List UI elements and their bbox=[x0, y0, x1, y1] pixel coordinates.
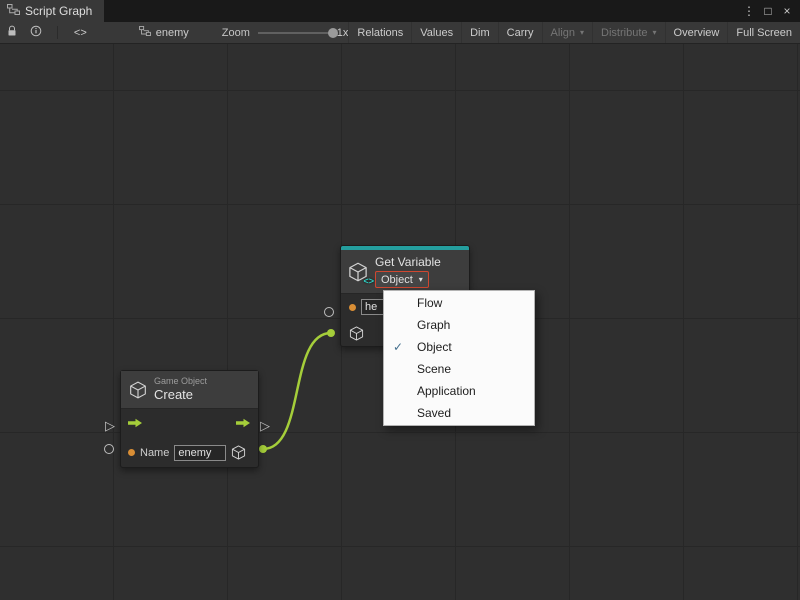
menu-item-label: Graph bbox=[417, 318, 450, 332]
dropdown-arrow-icon: ▾ bbox=[580, 28, 584, 37]
getvar-node-header[interactable]: <> Get Variable Object ▾ bbox=[341, 250, 469, 294]
node-game-object-create[interactable]: Game Object Create Name bbox=[120, 370, 259, 468]
check-icon: ✓ bbox=[393, 336, 403, 358]
close-button[interactable]: × bbox=[779, 0, 795, 22]
dropdown-arrow-icon: ▾ bbox=[419, 275, 423, 284]
create-value-in-port[interactable] bbox=[104, 444, 114, 454]
menu-item-label: Saved bbox=[417, 406, 451, 420]
zoom-slider-track bbox=[258, 32, 329, 34]
dim-button[interactable]: Dim bbox=[461, 22, 498, 43]
relations-button[interactable]: Relations bbox=[348, 22, 411, 43]
value-port-icon bbox=[349, 304, 356, 311]
node-category: Game Object bbox=[154, 376, 207, 387]
code-icon: <> bbox=[363, 276, 374, 286]
align-button[interactable]: Align ▾ bbox=[542, 22, 592, 43]
graph-canvas[interactable]: ▷ ▷ Game Object Create bbox=[0, 44, 800, 600]
create-flow-row bbox=[121, 409, 258, 438]
breadcrumb-graph[interactable]: enemy bbox=[134, 22, 194, 43]
tab-title: Script Graph bbox=[25, 4, 92, 18]
info-icon bbox=[30, 25, 42, 40]
variable-kind-value: Object bbox=[381, 274, 413, 286]
menu-item-label: Application bbox=[417, 384, 476, 398]
game-object-output-icon[interactable] bbox=[231, 445, 246, 460]
value-port-icon bbox=[128, 449, 135, 456]
zoom-label: Zoom bbox=[222, 27, 250, 39]
name-input[interactable] bbox=[174, 445, 226, 461]
node-title: Get Variable bbox=[375, 255, 441, 269]
align-label: Align bbox=[551, 27, 575, 39]
window-controls: ⋮ □ × bbox=[741, 0, 800, 22]
menu-item-flow[interactable]: Flow bbox=[384, 292, 534, 314]
zoom-value: 1x bbox=[337, 27, 349, 39]
menu-item-saved[interactable]: Saved bbox=[384, 402, 534, 424]
node-title: Create bbox=[154, 387, 207, 403]
code-preview-button[interactable]: <> bbox=[67, 22, 94, 43]
maximize-button[interactable]: □ bbox=[760, 0, 776, 22]
menu-item-label: Scene bbox=[417, 362, 451, 376]
getvar-value-in-port[interactable] bbox=[324, 307, 334, 317]
toolbar-right-group: Relations Values Dim Carry Align ▾ Distr… bbox=[348, 22, 800, 43]
tab-bar: Script Graph ⋮ □ × bbox=[0, 0, 800, 22]
menu-item-label: Flow bbox=[417, 296, 442, 310]
lock-icon bbox=[6, 25, 18, 40]
toolbar-separator bbox=[57, 26, 58, 39]
wire-start-dot[interactable] bbox=[259, 445, 267, 453]
graph-name: enemy bbox=[156, 27, 189, 39]
flow-input-icon[interactable] bbox=[128, 415, 143, 433]
menu-item-graph[interactable]: Graph bbox=[384, 314, 534, 336]
graph-icon bbox=[139, 26, 151, 39]
wire-end-dot[interactable] bbox=[327, 329, 335, 337]
create-node-header[interactable]: Game Object Create bbox=[121, 371, 258, 409]
menu-item-label: Object bbox=[417, 340, 452, 354]
script-graph-icon bbox=[7, 4, 20, 18]
graph-toolbar: <> enemy Zoom 1x Relations Values Dim Ca… bbox=[0, 22, 800, 44]
tab-script-graph[interactable]: Script Graph bbox=[0, 0, 104, 22]
variable-kind-dropdown[interactable]: Object ▾ bbox=[375, 271, 429, 288]
values-button[interactable]: Values bbox=[411, 22, 461, 43]
script-graph-window: Script Graph ⋮ □ × <> enemy Zoom bbox=[0, 0, 800, 600]
menu-item-object[interactable]: ✓ Object bbox=[384, 336, 534, 358]
carry-button[interactable]: Carry bbox=[498, 22, 542, 43]
create-name-row: Name bbox=[121, 438, 258, 467]
variable-icon: <> bbox=[348, 262, 368, 282]
game-object-icon bbox=[349, 326, 364, 341]
wire-path bbox=[263, 333, 331, 449]
flow-output-icon[interactable] bbox=[236, 415, 251, 433]
window-menu-button[interactable]: ⋮ bbox=[741, 0, 757, 22]
menu-item-application[interactable]: Application bbox=[384, 380, 534, 402]
create-flow-out-port[interactable]: ▷ bbox=[260, 419, 270, 432]
dropdown-arrow-icon: ▾ bbox=[653, 28, 657, 37]
create-flow-in-port[interactable]: ▷ bbox=[105, 419, 115, 432]
menu-item-scene[interactable]: Scene bbox=[384, 358, 534, 380]
name-label: Name bbox=[140, 447, 169, 459]
overview-button[interactable]: Overview bbox=[665, 22, 728, 43]
lock-button[interactable] bbox=[0, 22, 24, 43]
variable-kind-menu: Flow Graph ✓ Object Scene Application Sa… bbox=[383, 290, 535, 426]
game-object-icon bbox=[129, 381, 147, 399]
distribute-button[interactable]: Distribute ▾ bbox=[592, 22, 664, 43]
full-screen-button[interactable]: Full Screen bbox=[727, 22, 800, 43]
zoom-slider[interactable] bbox=[258, 26, 329, 40]
info-button[interactable] bbox=[24, 22, 48, 43]
zoom-slider-handle[interactable] bbox=[328, 28, 338, 38]
distribute-label: Distribute bbox=[601, 27, 647, 39]
